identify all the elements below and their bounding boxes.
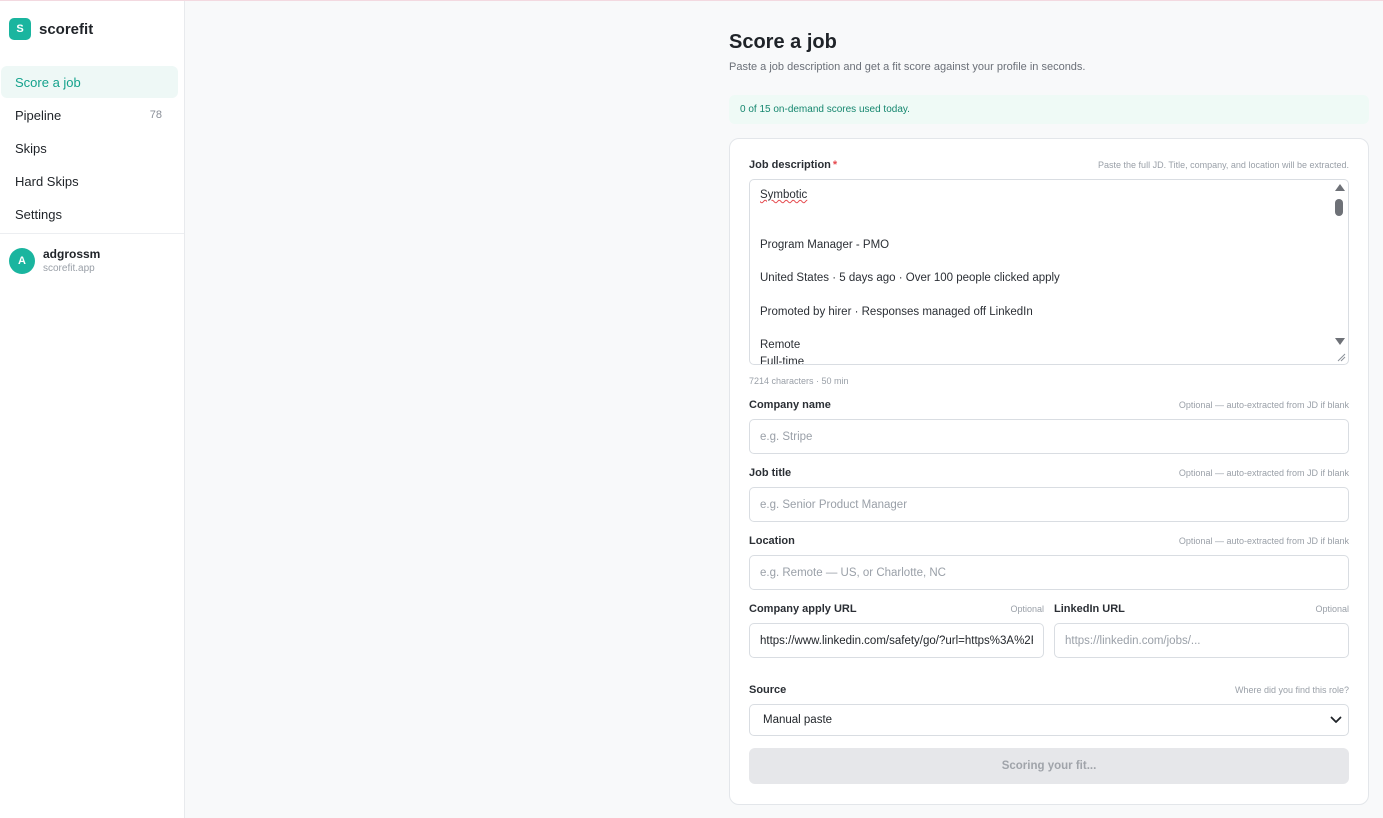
linkedin-url-label: LinkedIn URL bbox=[1054, 603, 1125, 615]
resize-handle-icon[interactable] bbox=[1336, 352, 1346, 362]
sidebar-item-settings[interactable]: Settings bbox=[1, 198, 178, 230]
company-apply-url-input[interactable] bbox=[749, 623, 1044, 658]
job-title-hint: Optional — auto-extracted from JD if bla… bbox=[1178, 468, 1349, 478]
user-profile[interactable]: A adgrossm scorefit.app bbox=[0, 234, 184, 287]
required-mark: * bbox=[832, 159, 838, 171]
char-count: 7214 characters · 50 min bbox=[749, 376, 849, 386]
title-label-row: Job title Optional — auto-extracted from… bbox=[749, 467, 1349, 479]
scroll-thumb[interactable] bbox=[1335, 199, 1343, 216]
sidebar-nav: Score a job Pipeline 78 Skips Hard Skips… bbox=[0, 66, 184, 230]
job-title-label: Job title bbox=[749, 467, 792, 479]
jd-line: United States · 5 days ago · Over 100 pe… bbox=[760, 272, 1060, 285]
jd-line bbox=[760, 257, 1326, 274]
jd-line bbox=[760, 207, 1326, 224]
company-name-input[interactable] bbox=[749, 419, 1349, 454]
jd-line bbox=[760, 324, 1326, 341]
location-hint: Optional — auto-extracted from JD if bla… bbox=[1178, 536, 1349, 546]
source-label: Source bbox=[749, 684, 787, 696]
user-site: scorefit.app bbox=[43, 263, 95, 274]
jd-line bbox=[760, 290, 1326, 307]
company-label: Company name bbox=[749, 399, 831, 411]
jd-line bbox=[760, 223, 1326, 240]
textarea-scrollbar[interactable] bbox=[1333, 184, 1345, 362]
brand-name: scorefit bbox=[39, 20, 94, 38]
page-title: Score a job bbox=[729, 31, 837, 53]
pipeline-count-badge: 78 bbox=[149, 109, 162, 121]
quota-banner: 0 of 15 on-demand scores used today. bbox=[729, 95, 1369, 124]
page-subtitle: Paste a job description and get a fit sc… bbox=[729, 61, 1086, 73]
chevron-down-icon bbox=[1330, 716, 1342, 723]
sidebar-item-label: Settings bbox=[15, 206, 62, 222]
location-label: Location bbox=[749, 535, 795, 547]
user-name: adgrossm bbox=[43, 247, 101, 261]
sidebar-item-pipeline[interactable]: Pipeline 78 bbox=[1, 99, 178, 131]
apply-url-label-row: Company apply URL Optional bbox=[749, 603, 1044, 615]
job-title-input[interactable] bbox=[749, 487, 1349, 522]
user-info: adgrossm scorefit.app bbox=[43, 247, 100, 274]
jd-hint: Paste the full JD. Title, company, and l… bbox=[1098, 160, 1349, 170]
avatar: A bbox=[9, 247, 35, 274]
jd-line: Symbotic bbox=[760, 189, 808, 201]
source-label-row: Source Where did you find this role? bbox=[749, 684, 1349, 696]
scroll-down-arrow-icon[interactable] bbox=[1335, 338, 1345, 345]
sidebar-item-hard-skips[interactable]: Hard Skips bbox=[1, 165, 178, 197]
brand[interactable]: S scorefit bbox=[0, 1, 184, 57]
jd-label-row: Job description * Paste the full JD. Titl… bbox=[749, 159, 1349, 171]
sidebar: S scorefit Score a job Pipeline 78 Skips… bbox=[0, 1, 185, 818]
jd-label: Job description * bbox=[749, 159, 838, 171]
source-select[interactable]: Manual paste bbox=[749, 704, 1349, 736]
sidebar-item-label: Skips bbox=[15, 140, 47, 156]
apply-url-label: Company apply URL bbox=[749, 603, 857, 615]
sidebar-item-score-a-job[interactable]: Score a job bbox=[1, 66, 178, 98]
source-selected-value: Manual paste bbox=[763, 714, 833, 726]
sidebar-item-skips[interactable]: Skips bbox=[1, 132, 178, 164]
sidebar-item-label: Pipeline bbox=[15, 107, 62, 123]
score-submit-button[interactable]: Scoring your fit... bbox=[749, 748, 1349, 784]
jd-line: Program Manager - PMO bbox=[760, 239, 890, 252]
source-hint: Where did you find this role? bbox=[1234, 685, 1349, 695]
linkedin-url-hint: Optional bbox=[1315, 604, 1349, 614]
apply-url-hint: Optional bbox=[1010, 604, 1044, 614]
linkedin-url-label-row: LinkedIn URL Optional bbox=[1054, 603, 1349, 615]
sidebar-item-label: Score a job bbox=[15, 74, 81, 90]
jd-line: Promoted by hirer · Responses managed of… bbox=[760, 305, 1033, 318]
jd-line: Full-time bbox=[760, 355, 805, 365]
scroll-up-arrow-icon[interactable] bbox=[1335, 184, 1345, 191]
location-label-row: Location Optional — auto-extracted from … bbox=[749, 535, 1349, 547]
brand-logo-icon: S bbox=[9, 18, 31, 40]
jd-line: Remote bbox=[760, 339, 801, 352]
company-hint: Optional — auto-extracted from JD if bla… bbox=[1178, 400, 1349, 410]
company-label-row: Company name Optional — auto-extracted f… bbox=[749, 399, 1349, 411]
linkedin-url-input[interactable] bbox=[1054, 623, 1349, 658]
score-form-card: Job description * Paste the full JD. Titl… bbox=[729, 138, 1369, 805]
job-description-textarea[interactable]: Symbotic Program Manager - PMO United St… bbox=[749, 179, 1349, 365]
location-input[interactable] bbox=[749, 555, 1349, 590]
sidebar-item-label: Hard Skips bbox=[15, 173, 79, 189]
